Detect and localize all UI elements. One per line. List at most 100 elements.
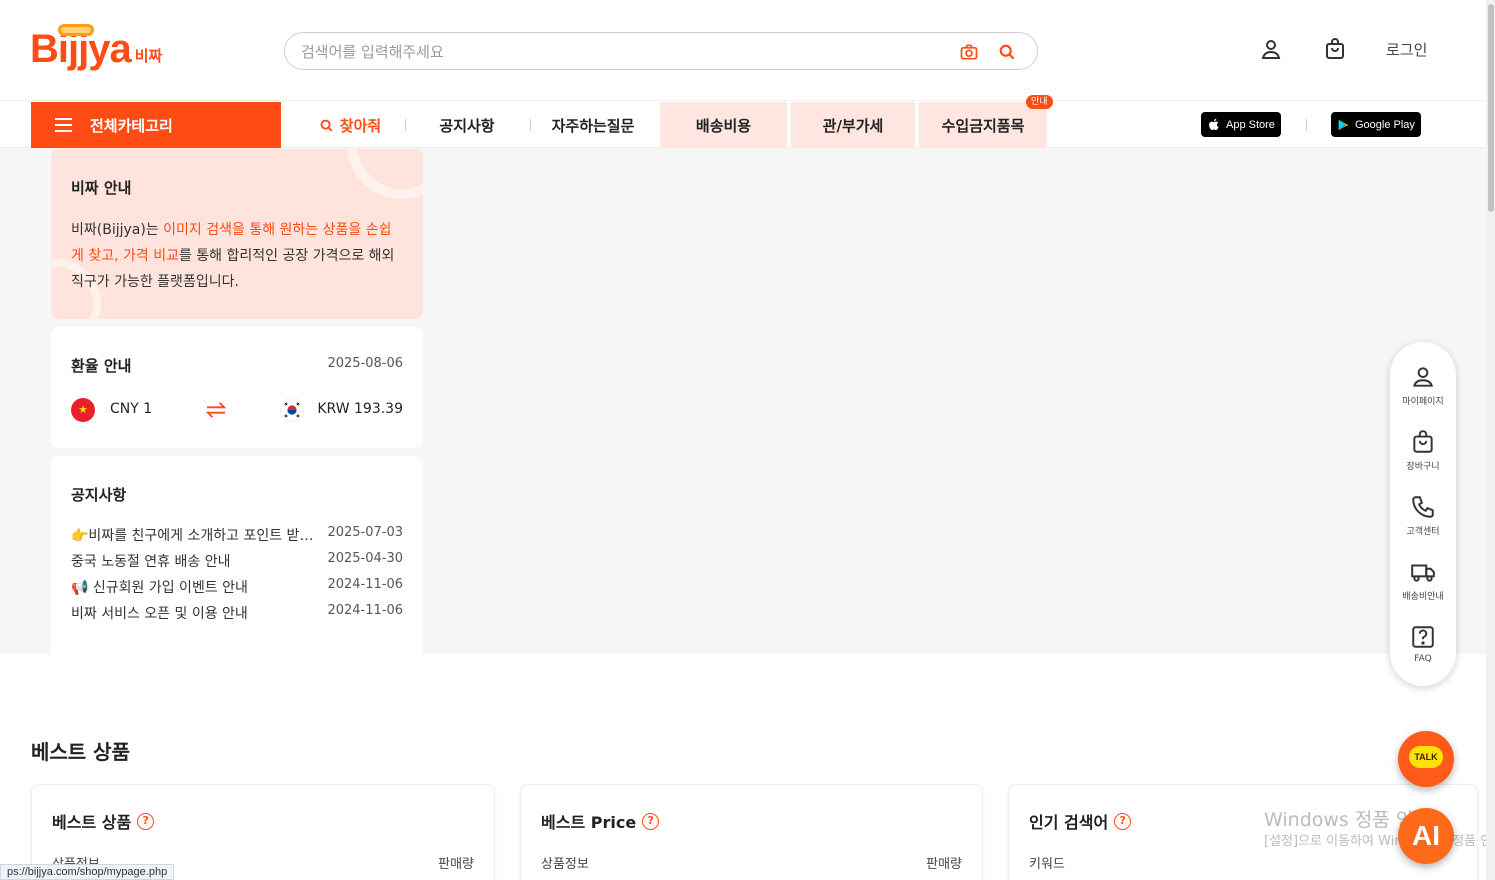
help-icon[interactable]: ? — [642, 812, 660, 830]
notice-row-title: 중국 노동절 연휴 배송 안내 — [71, 554, 231, 570]
truck-icon — [1411, 564, 1435, 582]
best-card-title-text: 베스트 상품 — [52, 813, 132, 832]
all-category-label: 전체카테고리 — [90, 116, 173, 135]
nav-divider — [530, 119, 531, 131]
nav-item-faq[interactable]: 자주하는질문 — [533, 102, 653, 148]
nav-item-label: 수입금지품목 — [941, 116, 1025, 135]
intro-text-part: 비짜(Bijjya)는 — [71, 222, 164, 238]
best-price-card: 베스트 Price? 상품정보 판매량 — [520, 784, 983, 880]
quick-cart[interactable]: 장바구니 — [1390, 429, 1456, 472]
exchange-from: CNY 1 — [110, 401, 153, 417]
notice-row-title: 비짜 서비스 오픈 및 이용 안내 — [71, 606, 248, 622]
quick-label: 장바구니 — [1406, 462, 1440, 472]
bag-icon[interactable] — [1323, 37, 1347, 61]
notice-row-title: 📢 신규회원 가입 이벤트 안내 — [71, 580, 248, 596]
user-icon — [1413, 367, 1433, 387]
exchange-title: 환율 안내 — [71, 357, 132, 375]
nav-item-prohibited[interactable]: 수입금지품목 — [919, 102, 1047, 148]
nav-item-label: 배송비용 — [695, 116, 752, 135]
notice-row[interactable]: 👉비짜를 친구에게 소개하고 포인트 받으세요 2025-07-03 — [71, 525, 403, 547]
question-icon — [1412, 626, 1434, 648]
notice-row-title: 👉비짜를 친구에게 소개하고 포인트 받으세요 — [71, 528, 321, 544]
exchange-card: 환율 안내 2025-08-06 ★ CNY 1 KRW 193.39 — [51, 327, 423, 448]
google-play-icon — [1338, 119, 1349, 130]
notice-row-date: 2025-04-30 — [327, 551, 403, 566]
column-header: 판매량 — [926, 857, 962, 872]
notice-row-date: 2024-11-06 — [327, 603, 403, 618]
nav-item-label: 자주하는질문 — [551, 116, 635, 135]
bag-icon — [1413, 430, 1433, 453]
china-flag-icon: ★ — [71, 398, 95, 422]
best-card-title: 베스트 Price? — [541, 809, 660, 833]
quick-label: 배송비안내 — [1402, 592, 1444, 602]
google-play-button[interactable]: Google Play — [1331, 112, 1421, 137]
best-card-title: 베스트 상품? — [52, 809, 155, 833]
exchange-date: 2025-08-06 — [327, 356, 403, 371]
nav-item-tax[interactable]: 관/부가세 — [791, 102, 915, 148]
kakao-talk-button[interactable]: TALK — [1398, 731, 1454, 787]
notice-row[interactable]: 비짜 서비스 오픈 및 이용 안내 2024-11-06 — [71, 603, 403, 625]
help-icon[interactable]: ? — [137, 812, 155, 830]
notice-title: 공지사항 — [71, 486, 127, 504]
notice-row-date: 2024-11-06 — [327, 577, 403, 592]
search-input[interactable] — [301, 41, 941, 63]
nav-item-label: 관/부가세 — [822, 116, 884, 135]
header: Bijjya 비짜 로그인 — [0, 0, 1486, 101]
windows-watermark-sub: [설정]으로 이동하여 Windows를 정품 인증합니다. — [1264, 834, 1495, 849]
swap-icon — [205, 402, 227, 418]
menu-icon — [55, 118, 72, 132]
ai-assistant-button[interactable]: AI — [1398, 808, 1454, 864]
app-store-button[interactable]: App Store — [1201, 112, 1281, 137]
help-icon[interactable]: ? — [1114, 812, 1132, 830]
intro-text: 비짜(Bijjya)는 이미지 검색을 통해 원하는 상품을 손쉽게 찾고, 가… — [71, 217, 403, 295]
phone-icon — [1412, 496, 1434, 518]
notice-badge: 안내 — [1026, 95, 1053, 109]
column-header: 판매량 — [438, 857, 474, 872]
quick-label: 고객센터 — [1406, 527, 1440, 537]
quick-customer-center[interactable]: 고객센터 — [1390, 494, 1456, 537]
intro-card: 비짜 안내 비짜(Bijjya)는 이미지 검색을 통해 원하는 상품을 손쉽게… — [51, 149, 423, 319]
intro-title: 비짜 안내 — [71, 179, 132, 197]
notice-row[interactable]: 중국 노동절 연휴 배송 안내 2025-04-30 — [71, 551, 403, 573]
notice-row[interactable]: 📢 신규회원 가입 이벤트 안내 2024-11-06 — [71, 577, 403, 599]
quick-faq[interactable]: FAQ — [1390, 624, 1456, 664]
best-section-title: 베스트 상품 — [31, 740, 130, 764]
all-category-button[interactable]: 전체카테고리 — [31, 102, 281, 148]
best-card-title: 인기 검색어? — [1029, 809, 1132, 833]
column-header: 상품정보 — [541, 857, 589, 872]
logo[interactable]: Bijjya 비짜 — [30, 24, 163, 70]
notice-row-date: 2025-07-03 — [327, 525, 403, 540]
nav-item-shipping[interactable]: 배송비용 — [660, 102, 787, 148]
camera-icon[interactable] — [959, 42, 979, 62]
nav-bar: 전체카테고리 찾아줘 공지사항 자주하는질문 배송비용 관/부가세 수입금지품목… — [0, 95, 1486, 148]
login-link[interactable]: 로그인 — [1386, 39, 1427, 60]
best-card-title-text: 인기 검색어 — [1029, 813, 1109, 832]
status-bar-url: ps://bijjya.com/shop/mypage.php — [0, 864, 175, 880]
quick-label: 마이페이지 — [1402, 397, 1444, 407]
floating-quick-menu: 마이페이지 장바구니 고객센터 배송비안내 FAQ — [1390, 342, 1456, 686]
notice-card: 공지사항 👉비짜를 친구에게 소개하고 포인트 받으세요 2025-07-03 … — [51, 456, 423, 654]
best-card-title-text: 베스트 Price — [541, 813, 637, 832]
scrollbar-thumb[interactable] — [1488, 4, 1494, 212]
nav-divider — [405, 119, 406, 131]
nav-item-label: 공지사항 — [439, 116, 495, 135]
app-store-label: App Store — [1226, 118, 1275, 131]
logo-mark — [58, 24, 94, 36]
exchange-to: KRW 193.39 — [317, 401, 403, 417]
nav-item-label: 찾아줘 — [339, 116, 382, 135]
google-play-label: Google Play — [1355, 118, 1415, 131]
user-icon[interactable] — [1259, 37, 1283, 61]
column-header: 키워드 — [1029, 857, 1065, 872]
apple-icon — [1209, 118, 1219, 131]
quick-shipping-info[interactable]: 배송비안내 — [1390, 559, 1456, 602]
decor-ring — [347, 149, 423, 199]
search-icon[interactable] — [997, 42, 1017, 62]
talk-label: TALK — [1409, 746, 1443, 768]
quick-mypage[interactable]: 마이페이지 — [1390, 364, 1456, 407]
store-divider — [1306, 119, 1307, 131]
nav-item-notice[interactable]: 공지사항 — [412, 102, 522, 148]
quick-label: FAQ — [1414, 654, 1432, 664]
search-box — [284, 32, 1038, 70]
nav-item-find[interactable]: 찾아줘 — [290, 102, 410, 148]
logo-sub: 비짜 — [134, 47, 163, 65]
